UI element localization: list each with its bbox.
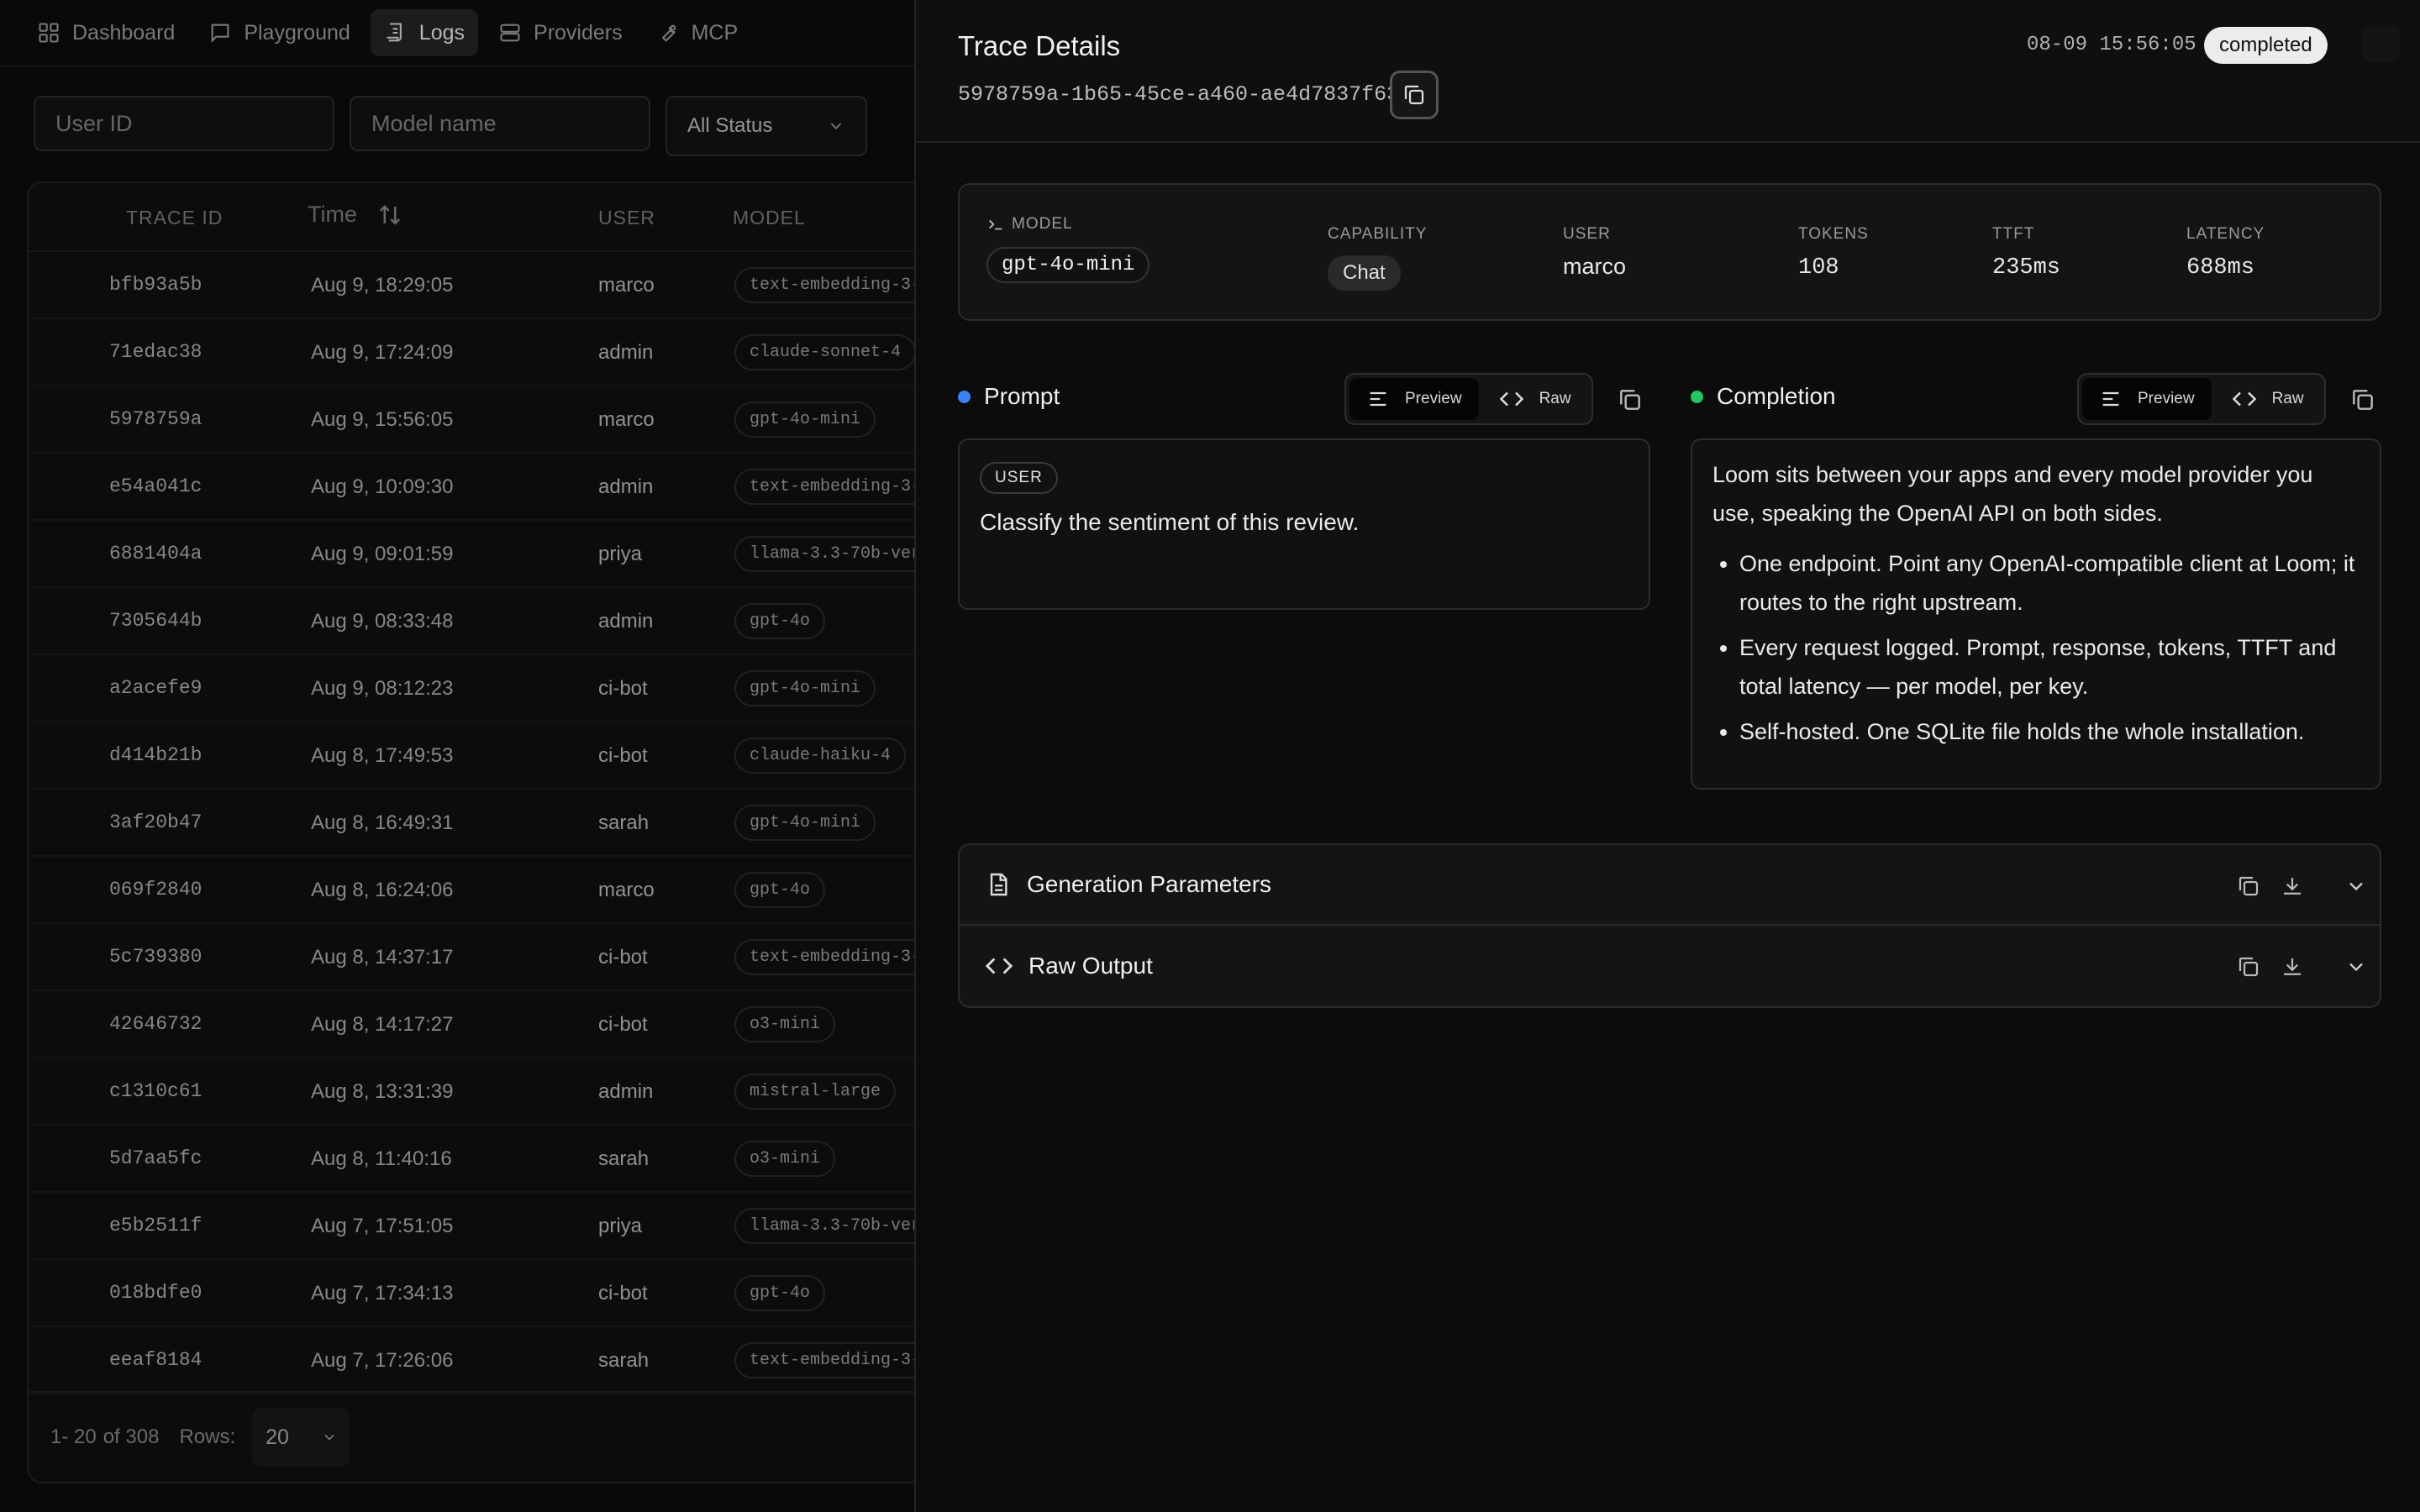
drawer-backdrop[interactable] xyxy=(0,0,916,1512)
prompt-title: Prompt xyxy=(984,383,1060,409)
close-drawer-button[interactable] xyxy=(2363,25,2400,62)
document-icon xyxy=(990,873,1007,896)
trace-id: 5978759a-1b65-45ce-a460-ae4d7837f638 xyxy=(958,82,1413,107)
lines-icon xyxy=(1370,391,1386,407)
download-icon xyxy=(2284,958,2301,975)
code-icon xyxy=(985,958,1013,974)
lines-icon xyxy=(2102,391,2119,407)
status-badge: completed xyxy=(2204,27,2328,64)
download-raw-output-button[interactable] xyxy=(2275,950,2309,984)
model-label: MODEL xyxy=(1012,215,1073,233)
completion-bullets: One endpoint. Point any OpenAI-compatibl… xyxy=(1712,544,2360,751)
raw-output-title: Raw Output xyxy=(1028,953,1153,979)
completion-box: Loom sits between your apps and every mo… xyxy=(1691,438,2381,790)
copy-parameters-button[interactable] xyxy=(2232,869,2265,903)
completion-content: Loom sits between your apps and every mo… xyxy=(1712,455,2360,758)
completion-raw-label: Raw xyxy=(2271,390,2304,407)
generation-parameters-title: Generation Parameters xyxy=(1027,871,1272,897)
prompt-view-toggle: Preview Raw xyxy=(1344,373,1593,425)
model-label-row: MODEL xyxy=(986,215,1073,234)
ttft-value: 235ms xyxy=(1992,255,2061,281)
prompt-preview-label: Preview xyxy=(1405,390,1462,407)
copy-icon xyxy=(2238,957,2259,977)
code-icon xyxy=(1499,391,1523,407)
prompt-status-dot xyxy=(958,390,971,403)
capability-badge: Chat xyxy=(1328,255,1401,291)
completion-raw-tab[interactable]: Raw xyxy=(2215,378,2321,420)
completion-view-toggle: Preview Raw xyxy=(2077,373,2326,425)
completion-preview-label: Preview xyxy=(2138,390,2195,407)
completion-intro: Loom sits between your apps and every mo… xyxy=(1712,462,2313,526)
completion-title: Completion xyxy=(1717,383,1836,409)
copy-icon xyxy=(1620,390,1640,410)
trace-meta-card: MODEL gpt-4o-mini CAPABILITY Chat USER m… xyxy=(958,183,2381,321)
trace-details-drawer: Trace Details 5978759a-1b65-45ce-a460-ae… xyxy=(914,0,2420,1512)
copy-icon xyxy=(2353,390,2373,410)
user-value: marco xyxy=(1563,254,1627,279)
completion-header: Completion xyxy=(1691,383,1836,410)
copy-icon xyxy=(2238,876,2259,896)
latency-label: LATENCY xyxy=(2186,225,2265,243)
completion-bullet: Self-hosted. One SQLite file holds the w… xyxy=(1739,712,2360,751)
tokens-label: TOKENS xyxy=(1798,225,1869,243)
prompt-header: Prompt xyxy=(958,383,1060,410)
latency-value: 688ms xyxy=(2186,255,2255,281)
completion-preview-tab[interactable]: Preview xyxy=(2082,378,2212,420)
chevron-down-icon xyxy=(2349,963,2363,972)
drawer-header: Trace Details 5978759a-1b65-45ce-a460-ae… xyxy=(916,0,2420,143)
terminal-icon xyxy=(989,219,1002,230)
completion-bullet: Every request logged. Prompt, response, … xyxy=(1739,628,2360,706)
expand-parameters-button[interactable] xyxy=(2339,869,2373,903)
chevron-down-icon xyxy=(2349,882,2363,891)
expand-raw-output-button[interactable] xyxy=(2339,950,2373,984)
download-parameters-button[interactable] xyxy=(2275,869,2309,903)
role-badge: USER xyxy=(980,462,1058,494)
ttft-label: TTFT xyxy=(1992,225,2035,243)
prompt-raw-tab[interactable]: Raw xyxy=(1482,378,1588,420)
trace-timestamp: 08-09 15:56:05 xyxy=(2027,34,2196,56)
copy-raw-output-button[interactable] xyxy=(2232,950,2265,984)
user-label: USER xyxy=(1563,225,1611,243)
generation-parameters-section[interactable]: Generation Parameters xyxy=(958,843,2381,926)
raw-output-section[interactable]: Raw Output xyxy=(958,926,2381,1008)
completion-status-dot xyxy=(1691,390,1703,403)
copy-trace-id-button[interactable] xyxy=(1390,71,1439,119)
download-icon xyxy=(2284,878,2301,895)
copy-prompt-button[interactable] xyxy=(1613,383,1647,417)
tokens-value: 108 xyxy=(1798,255,1839,281)
capability-label: CAPABILITY xyxy=(1328,225,1428,243)
prompt-box: USER Classify the sentiment of this revi… xyxy=(958,438,1650,610)
prompt-text: Classify the sentiment of this review. xyxy=(980,509,1360,535)
copy-completion-button[interactable] xyxy=(2346,383,2380,417)
code-icon xyxy=(2232,391,2256,407)
drawer-title: Trace Details xyxy=(958,30,1121,61)
model-chip: gpt-4o-mini xyxy=(986,247,1150,283)
completion-bullet: One endpoint. Point any OpenAI-compatibl… xyxy=(1739,544,2360,622)
copy-icon xyxy=(1404,85,1424,105)
prompt-raw-label: Raw xyxy=(1539,390,1571,407)
prompt-preview-tab[interactable]: Preview xyxy=(1349,378,1479,420)
